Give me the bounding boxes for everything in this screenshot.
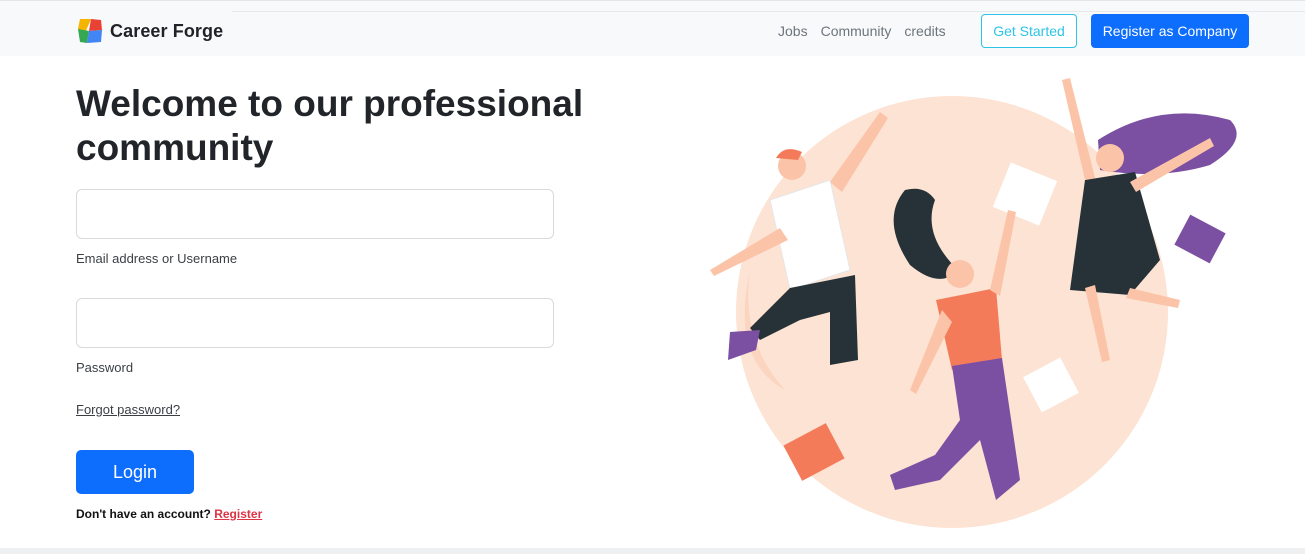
register-link[interactable]: Register (214, 507, 262, 521)
forgot-password-link[interactable]: Forgot password? (76, 402, 180, 417)
register-company-button[interactable]: Register as Company (1091, 14, 1249, 48)
email-field[interactable] (76, 189, 554, 239)
navbar-divider (232, 11, 1305, 12)
colorful-square-logo-icon (78, 19, 102, 43)
password-field[interactable] (76, 298, 554, 348)
bottom-strip (0, 548, 1305, 554)
navbar: Career Forge Jobs Community credits Get … (0, 0, 1305, 56)
jumping-people-celebration-illustration (710, 78, 1237, 528)
nav-link-credits[interactable]: credits (904, 23, 945, 39)
nav-link-jobs[interactable]: Jobs (778, 23, 808, 39)
get-started-button[interactable]: Get Started (981, 14, 1077, 48)
nav-links: Jobs Community credits (778, 23, 946, 39)
nav-link-community[interactable]: Community (821, 23, 892, 39)
no-account-text: Don't have an account? (76, 507, 211, 521)
email-label: Email address or Username (76, 251, 238, 266)
brand-name: Career Forge (110, 20, 224, 41)
register-prompt: Don't have an account? Register (76, 507, 262, 521)
password-label: Password (76, 360, 134, 375)
brand[interactable]: Career Forge (76, 17, 223, 45)
page-title: Welcome to our professional community (76, 83, 584, 168)
login-button[interactable]: Login (76, 450, 194, 494)
